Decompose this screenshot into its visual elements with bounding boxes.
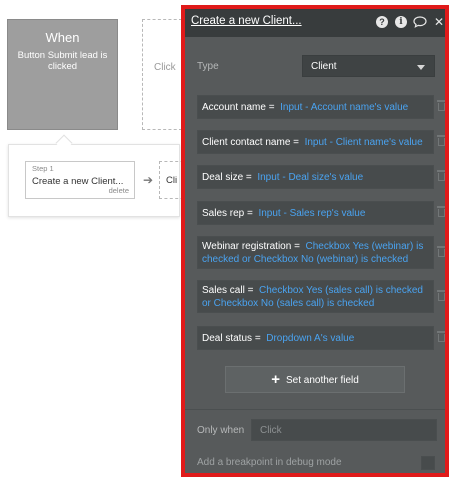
trash-icon[interactable]: [437, 290, 445, 301]
breakpoint-checkbox[interactable]: [421, 456, 435, 470]
action-property-editor: Create a new Client... ? i ✕ Type Client…: [181, 5, 449, 477]
comment-icon[interactable]: [413, 16, 427, 28]
type-dropdown[interactable]: Client: [302, 55, 435, 77]
field-row-sales-call[interactable]: Sales call = Checkbox Yes (sales call) i…: [197, 280, 434, 313]
field-name: Webinar registration: [202, 241, 292, 252]
info-icon[interactable]: i: [395, 16, 407, 28]
close-icon[interactable]: ✕: [433, 16, 445, 28]
panel-header: Create a new Client... ? i ✕: [185, 9, 445, 37]
field-equals: =: [247, 285, 254, 296]
only-when-input[interactable]: Click: [251, 419, 437, 441]
field-equals: =: [268, 102, 275, 113]
field-row-deal-size[interactable]: Deal size = Input - Deal size's value: [197, 165, 434, 189]
trash-icon[interactable]: [437, 206, 445, 217]
field-row-account-name[interactable]: Account name = Input - Account name's va…: [197, 95, 434, 119]
step-delete-link[interactable]: delete: [109, 186, 129, 195]
field-name: Deal status: [202, 333, 253, 344]
trash-icon[interactable]: [437, 331, 445, 342]
chevron-down-icon: [417, 65, 425, 70]
field-equals: =: [245, 172, 252, 183]
question-icon[interactable]: ?: [376, 16, 388, 28]
field-equals: =: [247, 208, 253, 219]
field-expression[interactable]: Input - Client name's value: [305, 137, 423, 148]
trash-icon[interactable]: [437, 135, 445, 146]
trash-icon[interactable]: [437, 170, 445, 181]
add-step-label: Cli: [166, 175, 178, 186]
only-when-label: Only when: [197, 425, 245, 436]
type-dropdown-value: Client: [311, 61, 337, 72]
event-description: Button Submit lead is clicked: [17, 50, 108, 72]
panel-title[interactable]: Create a new Client...: [191, 15, 302, 27]
set-another-field-label: Set another field: [285, 375, 359, 386]
field-equals: =: [294, 241, 300, 252]
field-row-webinar-registration[interactable]: Webinar registration = Checkbox Yes (web…: [197, 236, 434, 269]
set-another-field-button[interactable]: + Set another field: [225, 366, 405, 393]
only-when-placeholder: Click: [260, 425, 282, 436]
field-equals: =: [293, 137, 300, 148]
trash-icon[interactable]: [437, 246, 445, 257]
divider: [185, 409, 445, 410]
field-name: Client contact name: [202, 137, 291, 148]
field-row-client-contact-name[interactable]: Client contact name = Input - Client nam…: [197, 130, 434, 154]
field-equals: =: [254, 333, 261, 344]
add-event-placeholder[interactable]: Click: [142, 19, 182, 130]
field-expression[interactable]: Input - Sales rep's value: [258, 208, 365, 219]
field-name: Deal size: [202, 172, 244, 183]
event-when-label: When: [45, 30, 80, 45]
event-card[interactable]: When Button Submit lead is clicked: [7, 19, 118, 130]
add-event-label: Click: [154, 62, 176, 73]
field-row-deal-status[interactable]: Deal status = Dropdown A's value: [197, 326, 434, 350]
field-name: Account name: [202, 102, 266, 113]
breakpoint-label: Add a breakpoint in debug mode: [197, 457, 342, 468]
field-row-sales-rep[interactable]: Sales rep = Input - Sales rep's value: [197, 201, 434, 225]
trash-icon[interactable]: [437, 100, 445, 111]
field-name: Sales call: [202, 285, 245, 296]
arrow-right-icon: ➔: [143, 173, 154, 187]
type-label: Type: [197, 61, 219, 72]
field-expression[interactable]: Input - Deal size's value: [257, 172, 363, 183]
actions-strip: Step 1 Create a new Client... delete ➔ C…: [8, 144, 189, 217]
field-expression[interactable]: Dropdown A's value: [266, 333, 354, 344]
step-label: Step 1: [32, 164, 54, 173]
step-card[interactable]: Step 1 Create a new Client... delete: [25, 161, 135, 199]
plus-icon: +: [271, 371, 280, 388]
field-expression[interactable]: Input - Account name's value: [280, 102, 408, 113]
field-name: Sales rep: [202, 208, 245, 219]
